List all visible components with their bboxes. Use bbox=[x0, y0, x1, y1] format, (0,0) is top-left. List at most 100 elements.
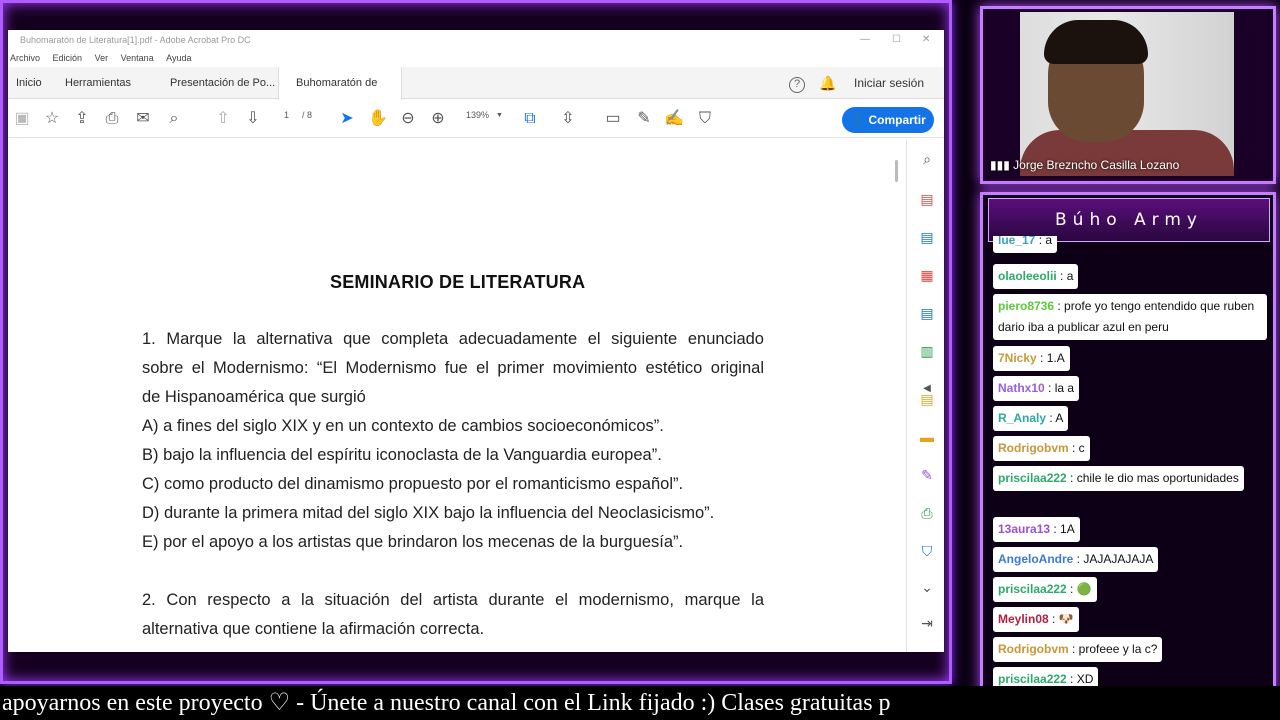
chat-username: priscilaa222 bbox=[998, 471, 1067, 485]
expand-panel-icon[interactable]: ⇥ bbox=[919, 615, 935, 631]
stamp-icon[interactable]: ⛉ bbox=[695, 109, 715, 129]
document-title: SEMINARIO DE LITERATURA bbox=[330, 272, 586, 292]
chat-text: : profeee y la c? bbox=[1068, 642, 1158, 656]
sign-icon[interactable]: ✍ bbox=[664, 109, 684, 129]
presenter-name: ▮▮▮ Jorge Breznc­ho Casilla Lozano bbox=[990, 158, 1180, 172]
q1-line-1: 1. Marque la alternativa que completa ad… bbox=[142, 330, 764, 348]
share-button[interactable]: 👤 Compartir bbox=[842, 107, 934, 133]
chat-message-list[interactable]: lue_17 : a olaoleeolii : a piero8736 : pro… bbox=[990, 236, 1270, 696]
maximize-icon[interactable]: ☐ bbox=[892, 30, 901, 50]
chat-message: Nathx10 : la a bbox=[993, 376, 1080, 401]
chat-text: : JAJAJAJAJA bbox=[1073, 552, 1154, 566]
scroll-mode-icon[interactable]: ⇳ bbox=[558, 109, 578, 129]
tab-inicio[interactable]: Inicio bbox=[16, 67, 42, 99]
more-tools-icon[interactable]: ⌄ bbox=[919, 579, 935, 595]
export-pdf-icon[interactable]: ▤ bbox=[919, 191, 935, 207]
bell-icon[interactable]: 🔔 bbox=[819, 67, 836, 99]
upload-icon[interactable]: ⇪ bbox=[72, 109, 92, 129]
tab-buhomaraton[interactable]: Buhomaratón de Li...× bbox=[278, 67, 402, 121]
chat-username: Meylin08 bbox=[998, 612, 1049, 626]
scrollbar-thumb[interactable] bbox=[895, 160, 898, 182]
chat-text: : chile le dio mas oportunidades bbox=[1066, 471, 1239, 485]
menu-archivo[interactable]: Archivo bbox=[10, 50, 40, 66]
chat-message: AngeloAndre : JAJAJAJAJA bbox=[993, 547, 1159, 572]
chat-username: olaoleeolii bbox=[998, 269, 1057, 283]
emoji-icon: 🐶 bbox=[1058, 612, 1074, 626]
menu-ventana[interactable]: Ventana bbox=[121, 50, 154, 66]
print-production-icon[interactable]: ⎙ bbox=[919, 505, 935, 521]
chat-text: : a bbox=[1035, 236, 1053, 247]
edit-pdf-icon[interactable]: ▤ bbox=[919, 229, 935, 245]
close-icon[interactable]: ✕ bbox=[922, 30, 930, 50]
zoom-dropdown-icon[interactable]: ▼ bbox=[496, 112, 503, 119]
chat-username: R_Analy bbox=[998, 411, 1047, 425]
minimize-icon[interactable]: — bbox=[860, 30, 870, 50]
zoom-search-icon[interactable]: ⌕ bbox=[164, 109, 184, 129]
mail-icon[interactable]: ✉ bbox=[133, 109, 153, 129]
print-icon[interactable]: ⎙ bbox=[102, 109, 122, 129]
chat-text: : c bbox=[1068, 441, 1085, 455]
pen-icon[interactable]: ✎ bbox=[634, 109, 654, 129]
tab-bar: Inicio Herramientas Presentación de Po..… bbox=[8, 67, 944, 121]
search-zoom-icon[interactable]: ⌕ bbox=[919, 151, 935, 167]
organize-pages-icon[interactable]: ▦ bbox=[919, 267, 935, 283]
chat-message: 13aura13 : 1A bbox=[993, 517, 1080, 542]
page-current[interactable]: 1 bbox=[284, 110, 289, 120]
next-page-icon[interactable]: ⇩ bbox=[243, 109, 263, 129]
emoji-icon: 🟢 bbox=[1076, 582, 1092, 596]
chat-username: priscilaa222 bbox=[998, 582, 1067, 596]
chat-text: : 1A bbox=[1050, 522, 1075, 536]
webcam-video bbox=[1020, 12, 1234, 176]
sign-in-link[interactable]: Iniciar sesión bbox=[854, 67, 924, 99]
tab-herramientas[interactable]: Herramientas bbox=[65, 67, 131, 99]
tab-presentacion[interactable]: Presentación de Po... bbox=[170, 67, 275, 99]
save-icon[interactable]: ▣ bbox=[12, 109, 32, 129]
prev-page-icon[interactable]: ⇧ bbox=[213, 109, 233, 129]
chat-message: 7Nicky : 1.A bbox=[993, 346, 1070, 371]
chat-message: R_Analy : A bbox=[993, 406, 1069, 431]
fit-page-icon[interactable]: ⧉ bbox=[520, 109, 540, 129]
q2-line-1: 2. Con respecto a la situación del artis… bbox=[142, 591, 764, 609]
compare-icon[interactable]: ▥ bbox=[919, 343, 935, 359]
chat-message: olaoleeolii : a bbox=[993, 264, 1079, 289]
q1-line-3: de Hispanoamérica que surgió bbox=[142, 388, 366, 406]
chat-username: priscilaa222 bbox=[998, 672, 1067, 686]
menu-ver[interactable]: Ver bbox=[95, 50, 109, 66]
chat-username: piero8736 bbox=[998, 299, 1055, 313]
chat-message: piero8736 : profe yo tengo entendido que… bbox=[993, 294, 1267, 340]
help-icon[interactable]: ? bbox=[789, 67, 805, 99]
star-icon[interactable]: ☆ bbox=[42, 109, 62, 129]
protect-icon[interactable]: ⛉ bbox=[919, 543, 935, 559]
hand-icon[interactable]: ✋ bbox=[368, 109, 388, 129]
chat-username: AngeloAndre bbox=[998, 552, 1074, 566]
chat-username: Rodrigobvm bbox=[998, 441, 1069, 455]
chat-message: priscilaa222 : 🟢 bbox=[993, 577, 1097, 602]
chat-text: : 1.A bbox=[1036, 351, 1065, 365]
zoom-level[interactable]: 139% bbox=[466, 110, 489, 120]
chat-text: : bbox=[1048, 612, 1059, 626]
vertical-scrollbar[interactable] bbox=[894, 140, 904, 652]
comment-tool-icon[interactable]: ▬ bbox=[919, 429, 935, 445]
create-pdf-icon[interactable]: ▤ bbox=[919, 391, 935, 407]
zoom-in-icon[interactable]: ⊕ bbox=[428, 109, 448, 129]
select-cursor-icon[interactable]: ➤ bbox=[337, 109, 357, 129]
chat-username: Nathx10 bbox=[998, 381, 1045, 395]
comment-icon[interactable]: ▭ bbox=[603, 109, 623, 129]
chat-username: lue_17 bbox=[998, 236, 1036, 247]
presenter-hair bbox=[1044, 20, 1148, 64]
ticker-banner: apoyarnos en este proyecto ♡ - Únete a n… bbox=[0, 686, 1280, 720]
zoom-out-icon[interactable]: ⊖ bbox=[398, 109, 418, 129]
q1-option-b: B) bajo la influencia del espíritu icono… bbox=[142, 446, 662, 464]
fill-sign-icon[interactable]: ✎ bbox=[919, 467, 935, 483]
menu-edicion[interactable]: Edición bbox=[53, 50, 83, 66]
enhance-scans-icon[interactable]: ▤ bbox=[919, 305, 935, 321]
q1-option-e: E) por el apoyo a los artistas que brind… bbox=[142, 533, 684, 551]
q1-option-c: C) como producto del dinamismo propuesto… bbox=[142, 475, 684, 493]
q2-line-2: alternativa que contiene la afirmación c… bbox=[142, 620, 485, 638]
chat-message: Rodrigobvm : c bbox=[993, 436, 1090, 461]
q1-line-2: sobre el Modernismo: “El Modernismo fue … bbox=[142, 359, 764, 377]
chat-username: 7Nicky bbox=[998, 351, 1037, 365]
window-title: Buhomaratón de Literatura[1].pdf - Adobe… bbox=[20, 35, 251, 45]
q1-option-a: A) a fines del siglo XIX y en un context… bbox=[142, 417, 664, 435]
menu-ayuda[interactable]: Ayuda bbox=[166, 50, 191, 66]
